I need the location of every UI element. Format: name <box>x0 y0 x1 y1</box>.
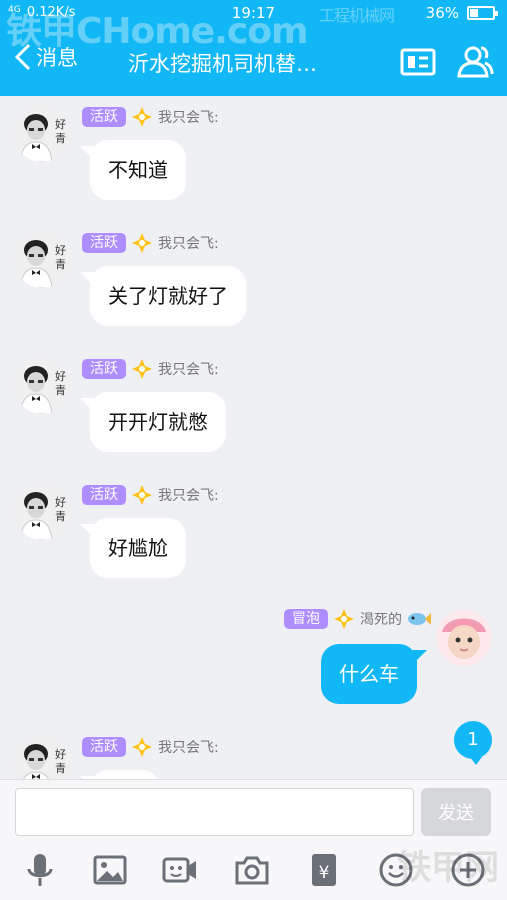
star-icon <box>132 737 152 757</box>
message-row-self: 冒泡 渴死的 什么车 <box>0 596 507 706</box>
back-button[interactable]: 消息 <box>12 42 78 72</box>
red-packet-icon: ¥ <box>312 854 336 886</box>
avatar[interactable]: 好 青 <box>14 232 70 288</box>
message-bubble[interactable]: 什么车 <box>321 644 427 704</box>
more-button[interactable] <box>450 852 486 888</box>
unread-count-badge[interactable]: 1 <box>454 721 492 765</box>
avatar[interactable]: 好 青 <box>14 358 70 414</box>
avatar[interactable]: 好 青 <box>14 736 70 779</box>
sender-name: 我只会飞: <box>158 110 219 126</box>
user-avatar-icon: 好 青 <box>14 232 70 288</box>
chevron-left-icon <box>14 43 31 71</box>
sender-name: 渴死的 <box>360 612 402 628</box>
svg-text:好: 好 <box>55 369 66 383</box>
svg-text:¥: ¥ <box>319 863 330 883</box>
sender-name: 我只会飞: <box>158 236 219 252</box>
microphone-icon <box>27 854 53 886</box>
activity-badge: 冒泡 <box>284 609 328 629</box>
camera-icon <box>235 856 269 885</box>
activity-badge: 活跃 <box>82 233 126 253</box>
message-bubble[interactable]: 不知道 <box>80 140 186 200</box>
svg-text:青: 青 <box>55 132 66 145</box>
fish-icon <box>408 613 431 625</box>
svg-text:好: 好 <box>55 495 66 509</box>
message-meta: 活跃 我只会飞: <box>82 484 219 506</box>
message-row: 好 青 活跃 我只会飞: 好尴尬 <box>0 474 507 584</box>
message-row: 好 青 活跃 我只会飞: 关了灯就好了 <box>0 222 507 332</box>
user-avatar-icon <box>436 610 492 666</box>
message-meta: 冒泡 渴死的 <box>284 608 431 630</box>
emoji-icon <box>379 853 413 887</box>
user-avatar-icon: 好 青 <box>14 736 70 779</box>
svg-text:青: 青 <box>55 384 66 397</box>
chat-title: 沂水挖掘机司机替… <box>128 52 317 76</box>
message-meta: 活跃 我只会飞: <box>82 736 219 758</box>
members-icon <box>457 46 494 78</box>
image-button[interactable] <box>92 852 128 888</box>
activity-badge: 活跃 <box>82 485 126 505</box>
nav-bar: 消息 沂水挖掘机司机替… <box>0 36 507 90</box>
sender-name: 我只会飞: <box>158 488 219 504</box>
plus-icon <box>451 853 485 887</box>
svg-text:青: 青 <box>55 762 66 775</box>
message-bubble[interactable]: 开开灯就憋 <box>80 392 226 452</box>
message-bubble[interactable] <box>80 770 160 779</box>
group-profile-button[interactable] <box>398 42 438 82</box>
app-header: 4G 0.12K/s 19:17 36% 铁甲CHome.com 工程机械网 消… <box>0 0 507 96</box>
message-list[interactable]: 好 青 活跃 我只会飞: 不知道 好 青 活跃 我只会飞: 关了灯就好了 好 青… <box>0 96 507 779</box>
profile-card-icon <box>400 48 436 76</box>
avatar[interactable]: 好 青 <box>14 106 70 162</box>
svg-text:好: 好 <box>55 117 66 131</box>
message-input[interactable] <box>15 788 414 836</box>
message-meta: 活跃 我只会飞: <box>82 232 219 254</box>
svg-text:青: 青 <box>55 258 66 271</box>
emoji-button[interactable] <box>378 852 414 888</box>
message-row: 好 青 活跃 我只会飞: 不知道 <box>0 96 507 206</box>
avatar[interactable] <box>436 610 492 666</box>
input-bar: 发送 ¥ 铁甲网 <box>0 779 507 900</box>
activity-badge: 活跃 <box>82 359 126 379</box>
send-button[interactable]: 发送 <box>421 788 491 836</box>
image-icon <box>93 855 127 885</box>
red-packet-button[interactable]: ¥ <box>306 852 342 888</box>
message-row: 好 青 活跃 我只会飞: <box>0 726 507 779</box>
avatar[interactable]: 好 青 <box>14 484 70 540</box>
video-icon <box>162 857 196 883</box>
sender-name: 我只会飞: <box>158 740 219 756</box>
star-icon <box>334 609 354 629</box>
star-icon <box>132 359 152 379</box>
voice-button[interactable] <box>22 852 58 888</box>
svg-text:好: 好 <box>55 747 66 761</box>
activity-badge: 活跃 <box>82 737 126 757</box>
user-avatar-icon: 好 青 <box>14 106 70 162</box>
input-toolbar: ¥ <box>0 852 507 892</box>
group-members-button[interactable] <box>455 42 495 82</box>
star-icon <box>132 107 152 127</box>
message-row: 好 青 活跃 我只会飞: 开开灯就憋 <box>0 348 507 458</box>
message-meta: 活跃 我只会飞: <box>82 358 219 380</box>
user-avatar-icon: 好 青 <box>14 358 70 414</box>
battery-fill <box>470 9 478 17</box>
sender-name: 我只会飞: <box>158 362 219 378</box>
star-icon <box>132 485 152 505</box>
svg-text:青: 青 <box>55 510 66 523</box>
message-bubble[interactable]: 关了灯就好了 <box>80 266 246 326</box>
video-button[interactable] <box>162 852 198 888</box>
message-bubble[interactable]: 好尴尬 <box>80 518 186 578</box>
activity-badge: 活跃 <box>82 107 126 127</box>
camera-button[interactable] <box>234 852 270 888</box>
battery-percent: 36% <box>425 4 459 22</box>
star-icon <box>132 233 152 253</box>
battery-icon <box>467 6 498 20</box>
svg-text:好: 好 <box>55 243 66 257</box>
user-avatar-icon: 好 青 <box>14 484 70 540</box>
message-meta: 活跃 我只会飞: <box>82 106 219 128</box>
back-label: 消息 <box>36 46 78 70</box>
